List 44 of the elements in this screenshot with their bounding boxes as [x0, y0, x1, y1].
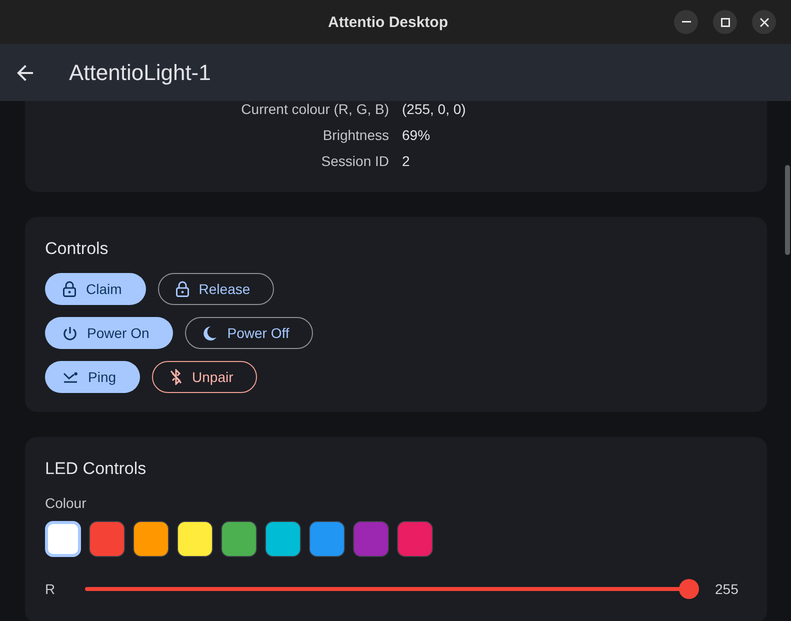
- info-value: 69%: [402, 127, 430, 143]
- slider-value: 255: [715, 581, 740, 597]
- colour-swatch-icon[interactable]: [177, 521, 213, 557]
- back-button[interactable]: [17, 64, 33, 80]
- lock-icon: [176, 281, 189, 297]
- info-label: Session ID: [321, 153, 389, 169]
- power-off-button[interactable]: Power Off: [185, 317, 314, 349]
- bluetooth-off-icon: [170, 369, 182, 385]
- close-icon: [760, 18, 768, 26]
- colour-swatch-icon[interactable]: [397, 521, 433, 557]
- info-label: Current colour (R, G, B): [241, 101, 389, 117]
- unpair-button[interactable]: Unpair: [152, 361, 258, 393]
- maximize-button[interactable]: [713, 10, 737, 34]
- info-value: 2: [402, 153, 410, 169]
- colour-swatch-icon[interactable]: [309, 521, 345, 557]
- minimize-button[interactable]: [674, 10, 698, 34]
- colour-swatch-icon[interactable]: [89, 521, 125, 557]
- scrollbar-thumb[interactable]: [785, 165, 790, 255]
- colour-swatch-icon[interactable]: [353, 521, 389, 557]
- power-on-button[interactable]: Power On: [45, 317, 174, 349]
- info-label: Brightness: [322, 127, 389, 143]
- minimize-icon: [682, 21, 690, 23]
- claim-button[interactable]: Claim: [45, 273, 146, 305]
- lock-icon: [63, 281, 76, 297]
- slider-label: R: [45, 581, 56, 597]
- slider-thumb[interactable]: [679, 579, 699, 599]
- section-title: LED Controls: [45, 458, 146, 480]
- power-icon: [63, 326, 77, 340]
- colour-swatch-icon[interactable]: [221, 521, 257, 557]
- device-title: AttentioLight-1: [69, 60, 211, 86]
- window-title: Attentio Desktop: [328, 14, 448, 30]
- close-button[interactable]: [752, 10, 776, 34]
- moon-icon: [203, 326, 218, 340]
- info-value: (255, 0, 0): [402, 101, 466, 117]
- release-button[interactable]: Release: [158, 273, 274, 305]
- colour-label: Colour: [45, 494, 86, 513]
- colour-swatch-icon[interactable]: [265, 521, 301, 557]
- slider-track[interactable]: [85, 579, 699, 599]
- section-title: Controls: [45, 238, 108, 260]
- ping-button[interactable]: Ping: [45, 361, 140, 393]
- ping-icon: [63, 371, 78, 383]
- maximize-icon: [720, 18, 730, 26]
- back-arrow-icon: [17, 64, 33, 80]
- colour-swatch-icon[interactable]: [133, 521, 169, 557]
